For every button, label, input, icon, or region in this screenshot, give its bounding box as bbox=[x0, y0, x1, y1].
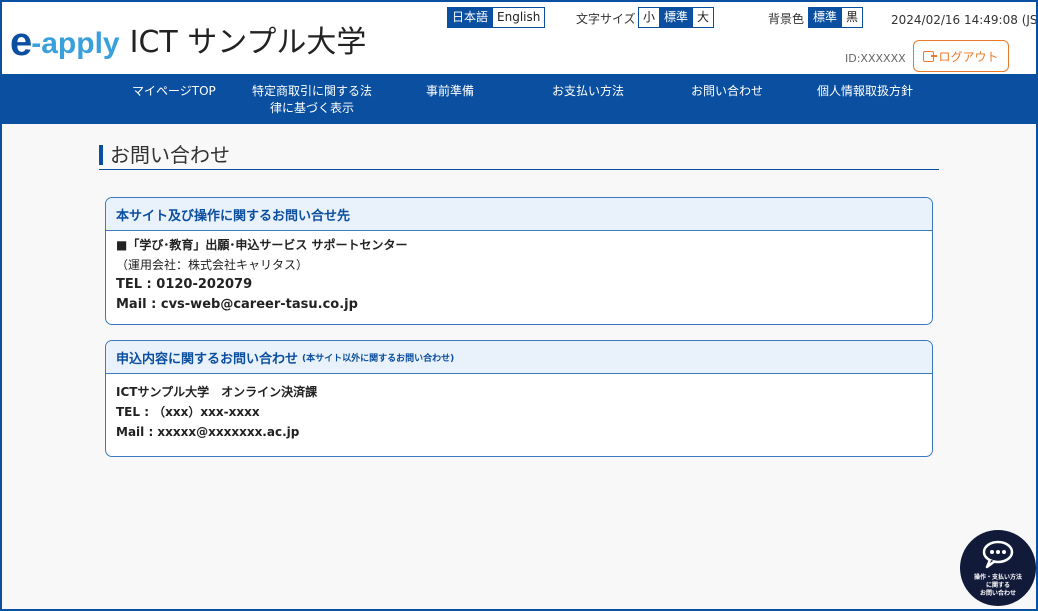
nav-preparation[interactable]: 事前準備 bbox=[426, 83, 474, 100]
lang-japanese[interactable]: 日本語 bbox=[448, 8, 493, 27]
background-label: 背景色 bbox=[768, 12, 805, 26]
logout-icon bbox=[923, 50, 938, 62]
lang-english[interactable]: English bbox=[492, 8, 545, 27]
card-title-note: (本サイト以外に関するお問い合わせ) bbox=[302, 353, 455, 364]
font-size-label: 文字サイズ bbox=[576, 12, 636, 26]
font-size-small[interactable]: 小 bbox=[639, 8, 660, 27]
department-mail: Mail : xxxxx@xxxxxxx.ac.jp bbox=[116, 425, 300, 439]
current-datetime: 2024/02/16 14:49:08 (JST) bbox=[891, 13, 1038, 27]
page-title-text: お問い合わせ bbox=[110, 143, 230, 167]
background-black[interactable]: 黒 bbox=[841, 8, 863, 27]
chat-label: 操作・支払い方法 に関する お問い合わせ bbox=[960, 574, 1036, 598]
support-center-name: ■「学び･教育」出願･申込サービス サポートセンター bbox=[116, 238, 408, 252]
nav-label: お支払い方法 bbox=[552, 84, 625, 98]
logo-e: e bbox=[10, 20, 32, 64]
nav-privacy-policy[interactable]: 個人情報取扱方針 bbox=[817, 83, 913, 100]
nav-contact[interactable]: お問い合わせ bbox=[691, 83, 763, 100]
language-switch: 日本語 English bbox=[447, 7, 546, 28]
card-body: ■「学び･教育」出願･申込サービス サポートセンター （運用会社：株式会社キャリ… bbox=[106, 231, 932, 319]
support-mail: Mail : cvs-web@career-tasu.co.jp bbox=[116, 297, 358, 312]
site-logo[interactable]: e -apply ICT サンプル大学 bbox=[10, 22, 366, 62]
nav-commercial-law[interactable]: 特定商取引に関する法 律に基づく表示 bbox=[252, 83, 372, 117]
font-size-large[interactable]: 大 bbox=[692, 8, 714, 27]
app-window: e -apply ICT サンプル大学 日本語 English 文字サイズ 小 … bbox=[0, 0, 1038, 611]
chat-support-button[interactable]: 操作・支払い方法 に関する お問い合わせ bbox=[960, 530, 1036, 606]
user-id: ID:XXXXXX bbox=[845, 52, 906, 65]
logout-button[interactable]: ログアウト bbox=[913, 40, 1009, 72]
nav-payment-methods[interactable]: お支払い方法 bbox=[552, 83, 624, 100]
logout-label: ログアウト bbox=[938, 49, 999, 64]
support-tel: TEL : 0120-202079 bbox=[116, 277, 253, 292]
operating-company: （運用会社：株式会社キャリタス） bbox=[116, 258, 309, 272]
university-name: ICT サンプル大学 bbox=[129, 25, 367, 60]
nav-mypage-top[interactable]: マイページTOP bbox=[132, 83, 216, 100]
main-nav: マイページTOP 特定商取引に関する法 律に基づく表示 事前準備 お支払い方法 … bbox=[2, 74, 1036, 124]
chat-bubble-icon bbox=[982, 540, 1014, 569]
logo-apply: -apply bbox=[31, 27, 120, 60]
background-standard[interactable]: 標準 bbox=[809, 8, 842, 27]
nav-label: お問い合わせ bbox=[691, 84, 764, 98]
department-tel: TEL : （xxx）xxx-xxxx bbox=[116, 405, 260, 419]
chat-label-line1: 操作・支払い方法 bbox=[973, 574, 1022, 581]
site-support-card: 本サイト及び操作に関するお問い合せ先 ■「学び･教育」出願･申込サービス サポー… bbox=[105, 197, 933, 325]
title-accent-bar bbox=[99, 145, 103, 165]
nav-label: 特定商取引に関する法 bbox=[252, 84, 373, 98]
card-body: ICTサンプル大学 オンライン決済課 TEL : （xxx）xxx-xxxx M… bbox=[106, 374, 932, 446]
department-name: ICTサンプル大学 オンライン決済課 bbox=[116, 385, 318, 399]
nav-label: マイページTOP bbox=[132, 84, 216, 98]
card-header: 申込内容に関するお問い合わせ (本サイト以外に関するお問い合わせ) bbox=[106, 341, 932, 374]
card-title: 本サイト及び操作に関するお問い合せ先 bbox=[116, 208, 351, 224]
nav-label-line2: 律に基づく表示 bbox=[270, 101, 355, 115]
chat-label-line3: お問い合わせ bbox=[979, 590, 1016, 597]
nav-label: 個人情報取扱方針 bbox=[817, 84, 914, 98]
application-contact-card: 申込内容に関するお問い合わせ (本サイト以外に関するお問い合わせ) ICTサンプ… bbox=[105, 340, 933, 457]
font-size-standard[interactable]: 標準 bbox=[659, 8, 693, 27]
font-size-switch: 小 標準 大 bbox=[638, 7, 715, 28]
card-header: 本サイト及び操作に関するお問い合せ先 bbox=[106, 198, 932, 231]
chat-label-line2: に関する bbox=[985, 582, 1010, 589]
header: e -apply ICT サンプル大学 日本語 English 文字サイズ 小 … bbox=[2, 2, 1036, 74]
background-switch: 標準 黒 bbox=[808, 7, 864, 28]
nav-label: 事前準備 bbox=[426, 84, 475, 98]
card-title: 申込内容に関するお問い合わせ bbox=[116, 351, 299, 367]
page-title: お問い合わせ bbox=[99, 143, 939, 170]
